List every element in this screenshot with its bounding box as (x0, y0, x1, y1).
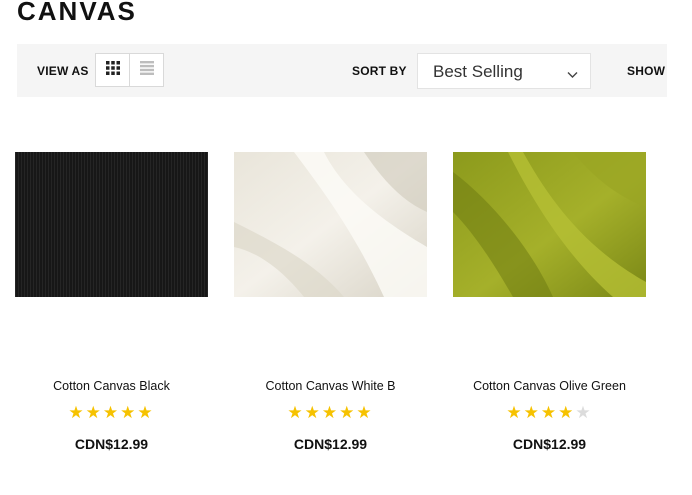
product-card: Cotton Canvas White B ★★★★★ CDN$12.99 (234, 152, 427, 452)
star-filled-icon: ★ (540, 403, 559, 422)
grid-view-icon (105, 60, 120, 80)
sort-selected-value: Best Selling (433, 62, 523, 81)
list-view-button[interactable] (129, 54, 163, 86)
product-name[interactable]: Cotton Canvas Olive Green (443, 379, 656, 393)
star-filled-icon: ★ (321, 403, 340, 422)
star-empty-icon: ★ (575, 403, 593, 422)
product-card: Cotton Canvas Black ★★★★★ CDN$12.99 (15, 152, 208, 452)
sort-by-select[interactable]: Best Selling (417, 53, 591, 89)
list-view-icon (139, 60, 154, 80)
product-card: Cotton Canvas Olive Green ★★★★★ CDN$12.9… (453, 152, 646, 452)
product-rating: ★★★★★ (15, 404, 208, 422)
show-label: SHOW (627, 64, 666, 78)
product-name[interactable]: Cotton Canvas Black (5, 379, 218, 393)
star-filled-icon: ★ (120, 403, 138, 422)
product-rating: ★★★★★ (453, 404, 646, 422)
star-filled-icon: ★ (558, 403, 576, 422)
product-image-black-fabric[interactable] (15, 152, 208, 297)
grid-view-button[interactable] (96, 54, 129, 86)
star-filled-icon: ★ (356, 403, 374, 422)
product-price: CDN$12.99 (74, 436, 149, 452)
star-filled-icon: ★ (287, 403, 305, 422)
view-toggle (95, 53, 164, 87)
product-rating: ★★★★★ (234, 404, 427, 422)
star-filled-icon: ★ (523, 403, 541, 422)
star-filled-icon: ★ (85, 403, 103, 422)
page-title: CANVAS (17, 0, 137, 26)
product-price: CDN$12.99 (512, 436, 587, 452)
chevron-down-icon (567, 66, 578, 84)
star-filled-icon: ★ (304, 403, 322, 422)
sort-by-label: SORT BY (352, 64, 407, 78)
view-as-label: VIEW AS (37, 64, 89, 78)
product-price: CDN$12.99 (293, 436, 368, 452)
star-filled-icon: ★ (137, 403, 155, 422)
star-filled-icon: ★ (68, 403, 86, 422)
star-filled-icon: ★ (102, 403, 121, 422)
product-image-olive-fabric[interactable] (453, 152, 646, 297)
collection-toolbar: VIEW AS SORT BY Best Selling SHOW (17, 44, 667, 97)
star-filled-icon: ★ (506, 403, 524, 422)
star-filled-icon: ★ (339, 403, 357, 422)
product-name[interactable]: Cotton Canvas White B (224, 379, 437, 393)
product-image-white-fabric[interactable] (234, 152, 427, 297)
